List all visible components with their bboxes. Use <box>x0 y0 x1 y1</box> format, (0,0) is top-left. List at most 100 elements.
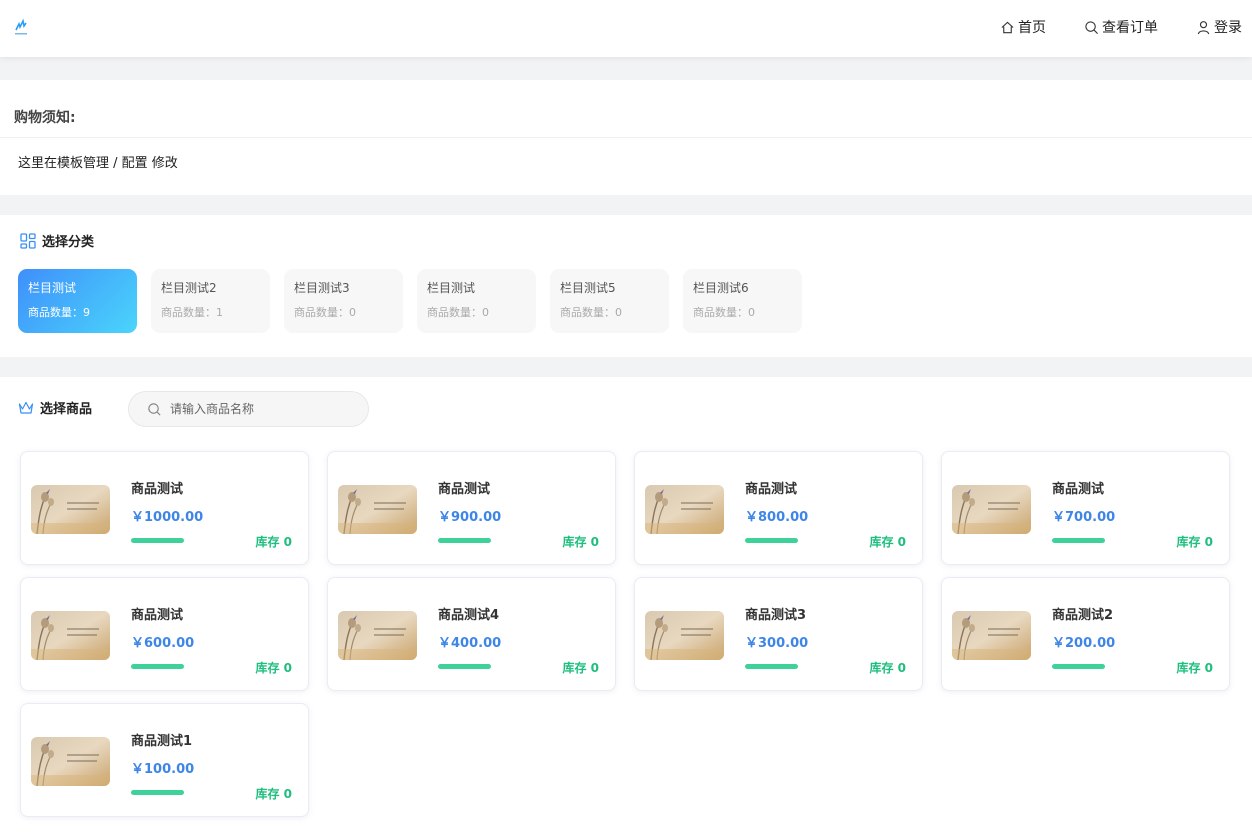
main-nav: 首页 查看订单 登录 <box>1000 17 1242 37</box>
product-header: 选择商品 <box>18 398 92 417</box>
nav-home-label: 首页 <box>1018 20 1046 36</box>
notice-title: 购物须知: <box>14 110 76 126</box>
product-thumbnail[interactable] <box>31 737 110 786</box>
product-price: ￥100.00 <box>131 762 195 777</box>
category-count: 商品数量：1 <box>161 306 223 319</box>
product-card[interactable]: 商品测试 ￥800.00 库存 0 <box>634 451 923 565</box>
stock-bar <box>131 790 184 795</box>
product-thumbnail[interactable] <box>645 485 724 534</box>
stock-bar <box>745 664 798 669</box>
category-card[interactable]: 栏目测试6 商品数量：0 <box>683 269 802 333</box>
product-name: 商品测试1 <box>131 734 193 749</box>
stock-bar <box>131 664 184 669</box>
product-price: ￥700.00 <box>1052 510 1116 525</box>
product-title: 选择商品 <box>40 402 93 417</box>
stock-bar <box>438 538 491 543</box>
category-section: 选择分类 栏目测试 商品数量：9 栏目测试2 商品数量：1 栏目测试3 商品数量… <box>0 215 1252 357</box>
product-thumbnail[interactable] <box>952 611 1031 660</box>
product-grid: 商品测试 ￥1000.00 库存 0 商品测试 ￥900.00 库存 0 商品测… <box>20 451 1230 817</box>
product-price: ￥600.00 <box>131 636 195 651</box>
home-icon <box>1001 21 1014 33</box>
category-card[interactable]: 栏目测试 商品数量：9 <box>18 269 137 333</box>
product-card[interactable]: 商品测试 ￥900.00 库存 0 <box>327 451 616 565</box>
category-list: 栏目测试 商品数量：9 栏目测试2 商品数量：1 栏目测试3 商品数量：0 栏目… <box>18 269 802 333</box>
stock-bar <box>438 664 491 669</box>
product-card[interactable]: 商品测试4 ￥400.00 库存 0 <box>327 577 616 691</box>
notice-divider <box>0 137 1252 138</box>
category-count: 商品数量：0 <box>427 306 489 319</box>
top-bar: 首页 查看订单 登录 <box>0 0 1252 57</box>
product-price: ￥900.00 <box>438 510 502 525</box>
category-card[interactable]: 栏目测试5 商品数量：0 <box>550 269 669 333</box>
category-card[interactable]: 栏目测试 商品数量：0 <box>417 269 536 333</box>
product-name: 商品测试 <box>131 608 184 623</box>
product-stock: 库存 0 <box>869 535 906 549</box>
nav-login[interactable]: 登录 <box>1196 17 1242 37</box>
product-stock: 库存 0 <box>1176 535 1213 549</box>
product-card[interactable]: 商品测试3 ￥300.00 库存 0 <box>634 577 923 691</box>
category-name: 栏目测试5 <box>560 281 616 295</box>
shopping-notice: 购物须知: 这里在模板管理 / 配置 修改 <box>0 80 1252 195</box>
category-card[interactable]: 栏目测试3 商品数量：0 <box>284 269 403 333</box>
product-stock: 库存 0 <box>255 535 292 549</box>
category-count: 商品数量：0 <box>560 306 622 319</box>
product-search[interactable] <box>128 391 369 427</box>
product-card[interactable]: 商品测试 ￥600.00 库存 0 <box>20 577 309 691</box>
nav-home[interactable]: 首页 <box>1000 17 1046 37</box>
category-card[interactable]: 栏目测试2 商品数量：1 <box>151 269 270 333</box>
product-stock: 库存 0 <box>562 535 599 549</box>
category-count: 商品数量：9 <box>28 306 90 319</box>
category-name: 栏目测试 <box>427 281 476 295</box>
product-card[interactable]: 商品测试 ￥700.00 库存 0 <box>941 451 1230 565</box>
category-count: 商品数量：0 <box>693 306 755 319</box>
product-thumbnail[interactable] <box>952 485 1031 534</box>
grid-icon <box>20 232 36 249</box>
stock-bar <box>1052 538 1105 543</box>
product-price: ￥300.00 <box>745 636 809 651</box>
category-name: 栏目测试6 <box>693 281 749 295</box>
nav-login-label: 登录 <box>1214 20 1242 36</box>
product-stock: 库存 0 <box>255 661 292 675</box>
product-stock: 库存 0 <box>1176 661 1213 675</box>
product-name: 商品测试 <box>1052 482 1105 497</box>
product-thumbnail[interactable] <box>31 611 110 660</box>
product-card[interactable]: 商品测试 ￥1000.00 库存 0 <box>20 451 309 565</box>
product-name: 商品测试 <box>438 482 491 497</box>
nav-orders-label: 查看订单 <box>1102 20 1158 36</box>
product-name: 商品测试3 <box>745 608 807 623</box>
category-count: 商品数量：0 <box>294 306 356 319</box>
product-stock: 库存 0 <box>869 661 906 675</box>
product-price: ￥200.00 <box>1052 636 1116 651</box>
product-thumbnail[interactable] <box>645 611 724 660</box>
product-price: ￥800.00 <box>745 510 809 525</box>
category-name: 栏目测试2 <box>161 281 217 295</box>
stock-bar <box>745 538 798 543</box>
product-name: 商品测试4 <box>438 608 500 623</box>
crown-icon <box>18 401 34 414</box>
product-stock: 库存 0 <box>562 661 599 675</box>
category-title: 选择分类 <box>42 235 95 250</box>
stock-bar <box>1052 664 1105 669</box>
product-section: 选择商品 请输入商品名称 商品测试 ￥1000.00 库存 0 商品测试 ￥90… <box>0 377 1252 835</box>
product-thumbnail[interactable] <box>338 611 417 660</box>
category-name: 栏目测试3 <box>294 281 350 295</box>
product-card[interactable]: 商品测试1 ￥100.00 库存 0 <box>20 703 309 817</box>
stock-bar <box>131 538 184 543</box>
logo-icon[interactable] <box>14 18 28 36</box>
product-name: 商品测试 <box>131 482 184 497</box>
notice-text: 这里在模板管理 / 配置 修改 <box>18 156 178 171</box>
category-name: 栏目测试 <box>28 281 77 295</box>
product-price: ￥1000.00 <box>131 510 204 525</box>
search-input[interactable] <box>170 402 350 416</box>
product-price: ￥400.00 <box>438 636 502 651</box>
product-name: 商品测试2 <box>1052 608 1114 623</box>
product-card[interactable]: 商品测试2 ￥200.00 库存 0 <box>941 577 1230 691</box>
product-thumbnail[interactable] <box>31 485 110 534</box>
nav-orders[interactable]: 查看订单 <box>1084 17 1158 37</box>
product-name: 商品测试 <box>745 482 798 497</box>
product-stock: 库存 0 <box>255 787 292 801</box>
product-thumbnail[interactable] <box>338 485 417 534</box>
user-icon <box>1197 20 1210 34</box>
search-icon <box>148 402 161 416</box>
category-header: 选择分类 <box>20 231 94 250</box>
